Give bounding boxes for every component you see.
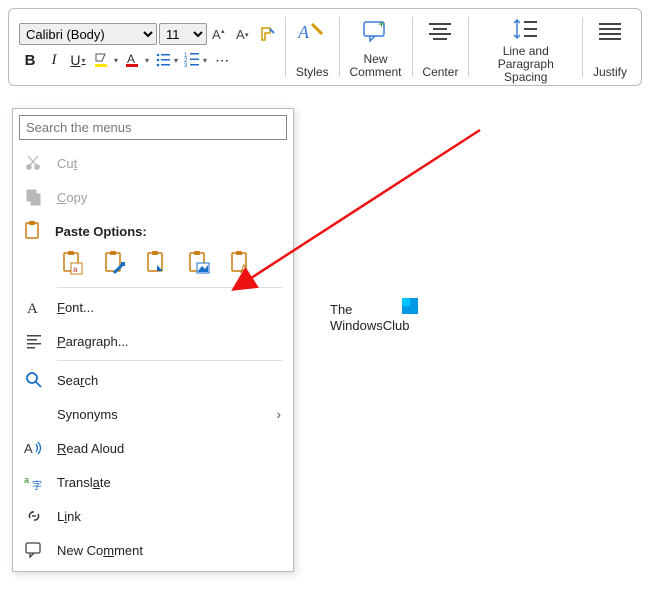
paste-options-row: a A	[13, 245, 293, 285]
font-group: Calibri (Body) 11 A▴ A▾ B I U▾ ▾ A▾	[15, 13, 283, 81]
paste-keep-source-button[interactable]: a	[59, 249, 87, 277]
scissors-icon	[23, 152, 45, 174]
menu-new-comment[interactable]: New Comment	[13, 533, 293, 567]
menu-copy: Copy	[13, 180, 293, 214]
read-aloud-icon: A	[23, 437, 45, 459]
shrink-font-button[interactable]: A▾	[233, 23, 255, 45]
center-group[interactable]: Center	[414, 13, 466, 81]
paste-options-header: Paste Options:	[13, 214, 293, 245]
more-formatting-button[interactable]: ⋯	[211, 49, 233, 71]
svg-text:3: 3	[184, 63, 188, 69]
font-name-select[interactable]: Calibri (Body)	[19, 23, 157, 45]
styles-label: Styles	[296, 66, 329, 79]
svg-text:a: a	[24, 475, 29, 485]
menu-synonyms[interactable]: Synonyms ›	[13, 397, 293, 431]
blank-icon	[23, 403, 45, 425]
highlight-button[interactable]: ▾	[91, 49, 120, 71]
chevron-right-icon: ›	[276, 406, 281, 422]
menu-cut: Cut	[13, 146, 293, 180]
new-comment-group[interactable]: + New Comment	[342, 13, 410, 81]
spacing-group[interactable]: Line and Paragraph Spacing	[471, 13, 580, 81]
svg-text:A: A	[127, 52, 135, 66]
italic-button[interactable]: I	[43, 49, 65, 71]
grow-font-button[interactable]: A▴	[209, 23, 231, 45]
menu-translate-label: Translate	[57, 475, 283, 490]
menu-translate[interactable]: a字 Translate	[13, 465, 293, 499]
svg-text:a: a	[73, 265, 78, 274]
format-painter-button[interactable]	[257, 23, 279, 45]
styles-icon: A	[298, 17, 326, 45]
paragraph-icon	[23, 330, 45, 352]
align-center-icon	[426, 17, 454, 45]
svg-text:A: A	[27, 301, 38, 316]
svg-text:+: +	[378, 18, 385, 31]
watermark-line1: The	[330, 302, 409, 318]
context-menu: Search the menus Cut Copy Paste Options:…	[12, 108, 294, 572]
svg-text:A: A	[236, 27, 245, 42]
menu-search-input[interactable]: Search the menus	[19, 115, 287, 140]
clipboard-icon	[23, 220, 43, 243]
svg-text:A: A	[298, 22, 310, 42]
menu-search[interactable]: Search	[13, 363, 293, 397]
menu-read-aloud-label: Read Aloud	[57, 441, 283, 456]
justify-group[interactable]: Justify	[585, 13, 635, 81]
watermark-text: The WindowsClub	[330, 302, 409, 333]
paste-picture-button[interactable]	[143, 249, 171, 277]
svg-text:字: 字	[32, 479, 42, 491]
copy-icon	[23, 186, 45, 208]
styles-group[interactable]: A Styles	[288, 13, 337, 81]
underline-button[interactable]: U▾	[67, 49, 89, 71]
spacing-label: Line and Paragraph Spacing	[479, 45, 572, 85]
new-comment-label: New Comment	[350, 53, 402, 79]
justify-icon	[596, 17, 624, 45]
menu-search-label: Search	[57, 373, 283, 388]
font-color-button[interactable]: A▾	[122, 49, 151, 71]
menu-new-comment-label: New Comment	[57, 543, 283, 558]
menu-link[interactable]: Link	[13, 499, 293, 533]
comment-icon	[23, 539, 45, 561]
paste-options-label: Paste Options:	[55, 224, 147, 239]
link-icon	[23, 505, 45, 527]
menu-read-aloud[interactable]: A Read Aloud	[13, 431, 293, 465]
svg-text:A: A	[24, 441, 33, 456]
new-comment-icon: +	[362, 17, 390, 45]
bullets-button[interactable]: ▾	[153, 49, 180, 71]
menu-synonyms-label: Synonyms	[57, 407, 283, 422]
translate-icon: a字	[23, 471, 45, 493]
menu-paragraph-label: Paragraph...	[57, 334, 283, 349]
menu-font-label: Font...	[57, 300, 283, 315]
menu-cut-label: Cut	[57, 156, 283, 171]
watermark-line2: WindowsClub	[330, 318, 409, 334]
line-spacing-icon	[512, 17, 540, 41]
menu-copy-label: Copy	[57, 190, 283, 205]
bold-button[interactable]: B	[19, 49, 41, 71]
numbering-button[interactable]: 123▾	[182, 49, 209, 71]
paste-text-only-button[interactable]: A	[227, 249, 255, 277]
font-icon: A	[23, 296, 45, 318]
search-icon	[23, 369, 45, 391]
ribbon-toolbar: Calibri (Body) 11 A▴ A▾ B I U▾ ▾ A▾	[8, 8, 642, 86]
svg-text:▴: ▴	[221, 28, 225, 35]
menu-paragraph[interactable]: Paragraph...	[13, 324, 293, 358]
paste-image-button[interactable]	[185, 249, 213, 277]
center-label: Center	[422, 66, 458, 79]
font-size-select[interactable]: 11	[159, 23, 207, 45]
menu-font[interactable]: A Font...	[13, 290, 293, 324]
justify-label: Justify	[593, 66, 627, 79]
svg-text:▾: ▾	[245, 32, 249, 39]
windowsclub-logo-icon	[402, 298, 418, 314]
svg-text:A: A	[212, 27, 221, 42]
paste-merge-button[interactable]	[101, 249, 129, 277]
menu-link-label: Link	[57, 509, 283, 524]
svg-text:A: A	[240, 262, 248, 275]
